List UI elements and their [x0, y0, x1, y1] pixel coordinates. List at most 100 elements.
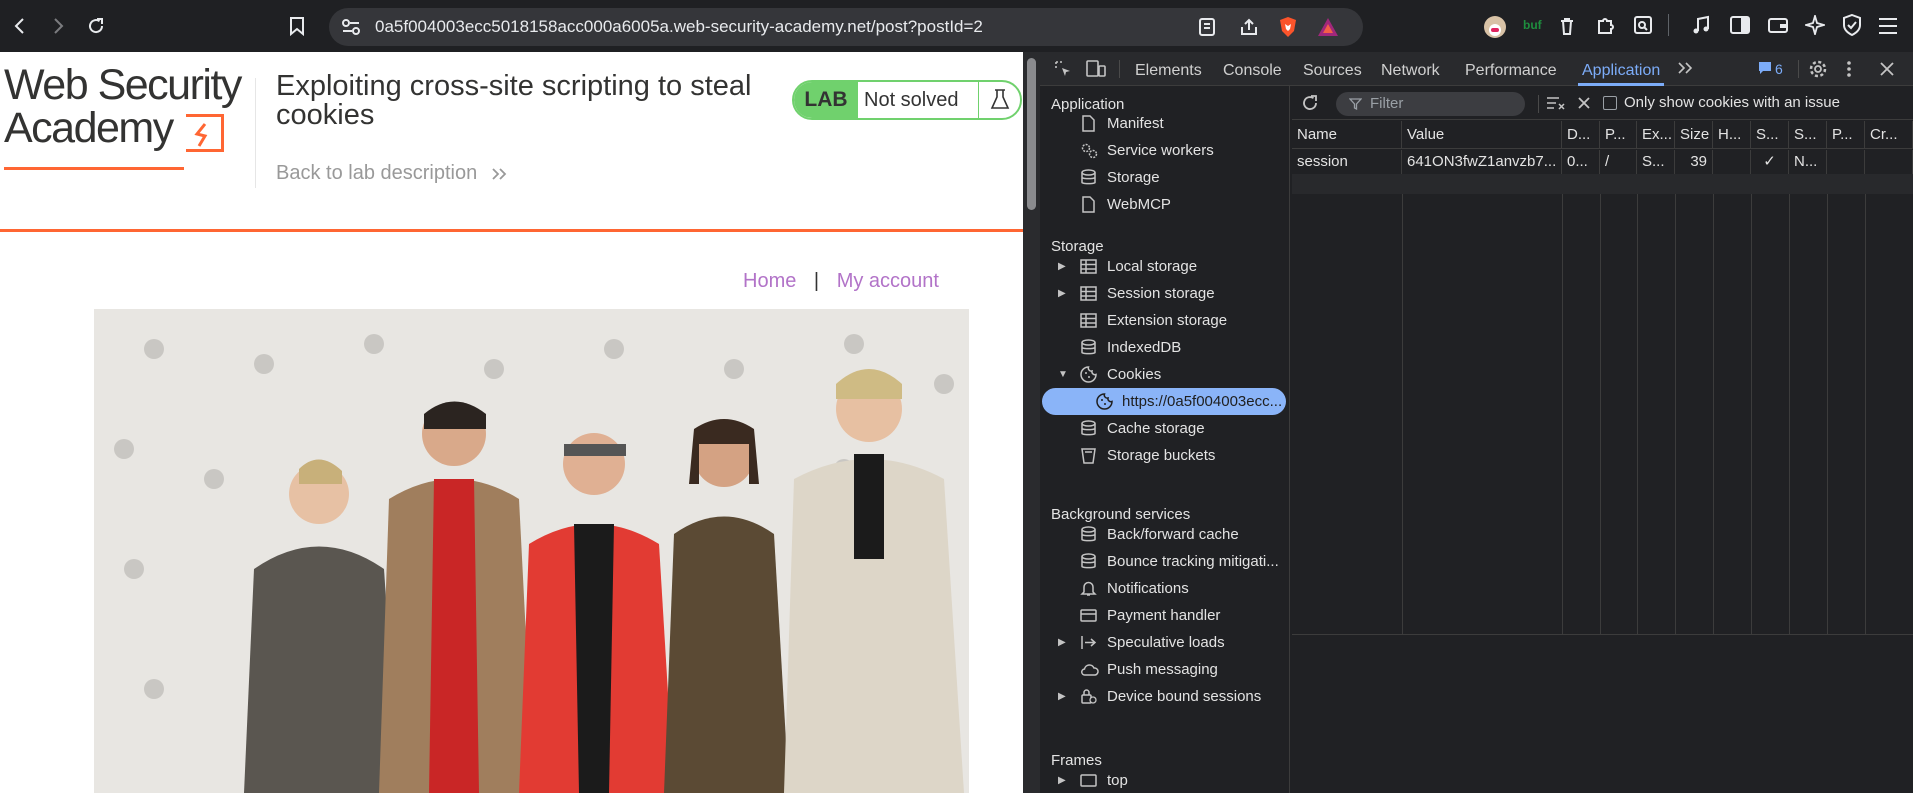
- column-header-path[interactable]: P...: [1600, 121, 1637, 149]
- sidebar-item-extension-storage[interactable]: Extension storage: [1040, 307, 1289, 334]
- tab-application[interactable]: Application: [1578, 52, 1665, 86]
- issues-icon[interactable]: [1758, 61, 1772, 75]
- brave-shields-icon[interactable]: [1278, 16, 1298, 38]
- column-header-partition[interactable]: P...: [1827, 121, 1865, 149]
- column-header-value[interactable]: Value: [1402, 121, 1562, 149]
- sidebar-item-service-workers[interactable]: Service workers: [1040, 137, 1289, 164]
- page-scrollbar-thumb[interactable]: [1027, 58, 1036, 210]
- sidebar-item-bounce-tracking[interactable]: Bounce tracking mitigati...: [1040, 548, 1289, 575]
- cell-name[interactable]: session: [1292, 150, 1402, 174]
- wallet-icon[interactable]: [1768, 16, 1788, 34]
- sidebar-item-device-bound-sessions[interactable]: ▶ Device bound sessions: [1040, 683, 1289, 710]
- preview-divider[interactable]: [1292, 634, 1913, 635]
- sidebar-item-session-storage[interactable]: ▶ Session storage: [1040, 280, 1289, 307]
- tab-elements[interactable]: Elements: [1135, 52, 1202, 86]
- more-tabs-icon[interactable]: [1677, 61, 1693, 75]
- address-bar[interactable]: 0a5f004003ecc5018158acc000a6005a.web-sec…: [329, 8, 1363, 46]
- extensions-puzzle-icon[interactable]: [1596, 15, 1616, 35]
- tab-sources[interactable]: Sources: [1303, 52, 1362, 86]
- my-account-link[interactable]: My account: [837, 270, 939, 292]
- clear-filtered-icon[interactable]: [1546, 95, 1566, 111]
- column-header-size[interactable]: Size: [1675, 121, 1713, 149]
- sidebar-item-speculative-loads[interactable]: ▶ Speculative loads: [1040, 629, 1289, 656]
- sidebar-item-bfcache[interactable]: Back/forward cache: [1040, 521, 1289, 548]
- application-sidebar: Application Manifest Service workers Sto…: [1040, 86, 1290, 793]
- back-to-lab-link[interactable]: Back to lab description: [276, 162, 507, 185]
- sidebar-item-cache-storage[interactable]: Cache storage: [1040, 415, 1289, 442]
- sidebar-item-label: Payment handler: [1107, 607, 1221, 624]
- tab-network[interactable]: Network: [1381, 52, 1440, 86]
- column-header-httponly[interactable]: H...: [1713, 121, 1751, 149]
- sidebar-item-notifications[interactable]: Notifications: [1040, 575, 1289, 602]
- cell-partition[interactable]: [1827, 150, 1865, 174]
- column-header-expires[interactable]: Ex...: [1637, 121, 1675, 149]
- bookmark-icon[interactable]: [283, 12, 311, 40]
- extension-icon[interactable]: [1482, 14, 1508, 40]
- back-link-text[interactable]: Back to lab description: [276, 162, 477, 184]
- column-header-domain[interactable]: D...: [1562, 121, 1600, 149]
- reader-mode-icon[interactable]: [1198, 17, 1216, 37]
- tab-search-icon[interactable]: [1633, 15, 1653, 35]
- column-header-samesite[interactable]: S...: [1789, 121, 1827, 149]
- home-link[interactable]: Home: [743, 270, 796, 292]
- sidebar-item-push-messaging[interactable]: Push messaging: [1040, 656, 1289, 683]
- sidebar-item-storage[interactable]: Storage: [1040, 164, 1289, 191]
- kebab-menu-icon[interactable]: [1846, 60, 1852, 78]
- column-header-secure[interactable]: S...: [1751, 121, 1789, 149]
- close-devtools-icon[interactable]: [1879, 61, 1895, 77]
- cell-path[interactable]: /: [1600, 150, 1637, 174]
- sidebar-item-frame-top[interactable]: ▶ top: [1040, 767, 1289, 793]
- collapse-arrow-icon[interactable]: ▼: [1058, 361, 1068, 388]
- column-header-name[interactable]: Name: [1292, 121, 1402, 149]
- issues-count[interactable]: 6: [1775, 52, 1783, 86]
- trash-icon[interactable]: [1558, 16, 1576, 36]
- sidebar-item-local-storage[interactable]: ▶ Local storage: [1040, 253, 1289, 280]
- vpn-shield-icon[interactable]: [1842, 14, 1862, 36]
- brave-rewards-icon[interactable]: [1317, 17, 1339, 37]
- clear-all-icon[interactable]: [1577, 96, 1591, 110]
- device-toolbar-icon[interactable]: [1086, 60, 1106, 78]
- sidebar-item-storage-buckets[interactable]: Storage buckets: [1040, 442, 1289, 469]
- sidebar-item-cookie-origin[interactable]: https://0a5f004003ecc...: [1042, 388, 1286, 415]
- settings-gear-icon[interactable]: [1808, 59, 1828, 79]
- expand-arrow-icon[interactable]: ▶: [1058, 767, 1066, 793]
- back-icon[interactable]: [6, 12, 34, 40]
- sidebar-item-cookies[interactable]: ▼ Cookies: [1040, 361, 1289, 388]
- leo-ai-icon[interactable]: [1805, 15, 1825, 35]
- sidebar-toggle-icon[interactable]: [1730, 16, 1750, 34]
- media-music-icon[interactable]: [1691, 15, 1711, 35]
- expand-arrow-icon[interactable]: ▶: [1058, 253, 1066, 280]
- page-scrollbar[interactable]: [1023, 52, 1040, 793]
- expand-arrow-icon[interactable]: ▶: [1058, 683, 1066, 710]
- sidebar-item-indexeddb[interactable]: IndexedDB: [1040, 334, 1289, 361]
- only-issues-checkbox[interactable]: [1603, 96, 1617, 110]
- cell-size[interactable]: 39: [1675, 150, 1713, 174]
- forward-icon[interactable]: [44, 12, 72, 40]
- share-icon[interactable]: [1239, 17, 1259, 37]
- cell-expires[interactable]: S...: [1637, 150, 1675, 174]
- academy-logo[interactable]: Web Security Academy: [4, 64, 254, 184]
- tab-console[interactable]: Console: [1223, 52, 1282, 86]
- menu-icon[interactable]: [1878, 17, 1898, 35]
- expand-arrow-icon[interactable]: ▶: [1058, 280, 1066, 307]
- sidebar-item-payment-handler[interactable]: Payment handler: [1040, 602, 1289, 629]
- expand-arrow-icon[interactable]: ▶: [1058, 629, 1066, 656]
- column-header-cross-site[interactable]: Cr...: [1865, 121, 1913, 149]
- flask-icon[interactable]: [990, 89, 1010, 111]
- site-settings-icon[interactable]: [341, 18, 361, 36]
- cell-cross-site[interactable]: [1865, 150, 1913, 174]
- sidebar-item-webmcp[interactable]: WebMCP: [1040, 191, 1289, 218]
- tab-performance[interactable]: Performance: [1465, 52, 1557, 86]
- cell-httponly[interactable]: [1713, 150, 1751, 174]
- url-text[interactable]: 0a5f004003ecc5018158acc000a6005a.web-sec…: [375, 8, 983, 46]
- sidebar-item-manifest[interactable]: Manifest: [1040, 110, 1289, 137]
- cell-secure[interactable]: ✓: [1751, 150, 1789, 174]
- cookie-filter-input[interactable]: Filter: [1336, 92, 1525, 116]
- cell-value[interactable]: 641ON3fwZ1anvzb7...: [1402, 150, 1562, 174]
- table-row[interactable]: session 641ON3fwZ1anvzb7... 0... / S... …: [1292, 150, 1913, 174]
- inspect-element-icon[interactable]: [1054, 60, 1072, 78]
- refresh-icon[interactable]: [1301, 94, 1319, 112]
- cell-domain[interactable]: 0...: [1562, 150, 1600, 174]
- reload-icon[interactable]: [82, 12, 110, 40]
- cell-samesite[interactable]: N...: [1789, 150, 1827, 174]
